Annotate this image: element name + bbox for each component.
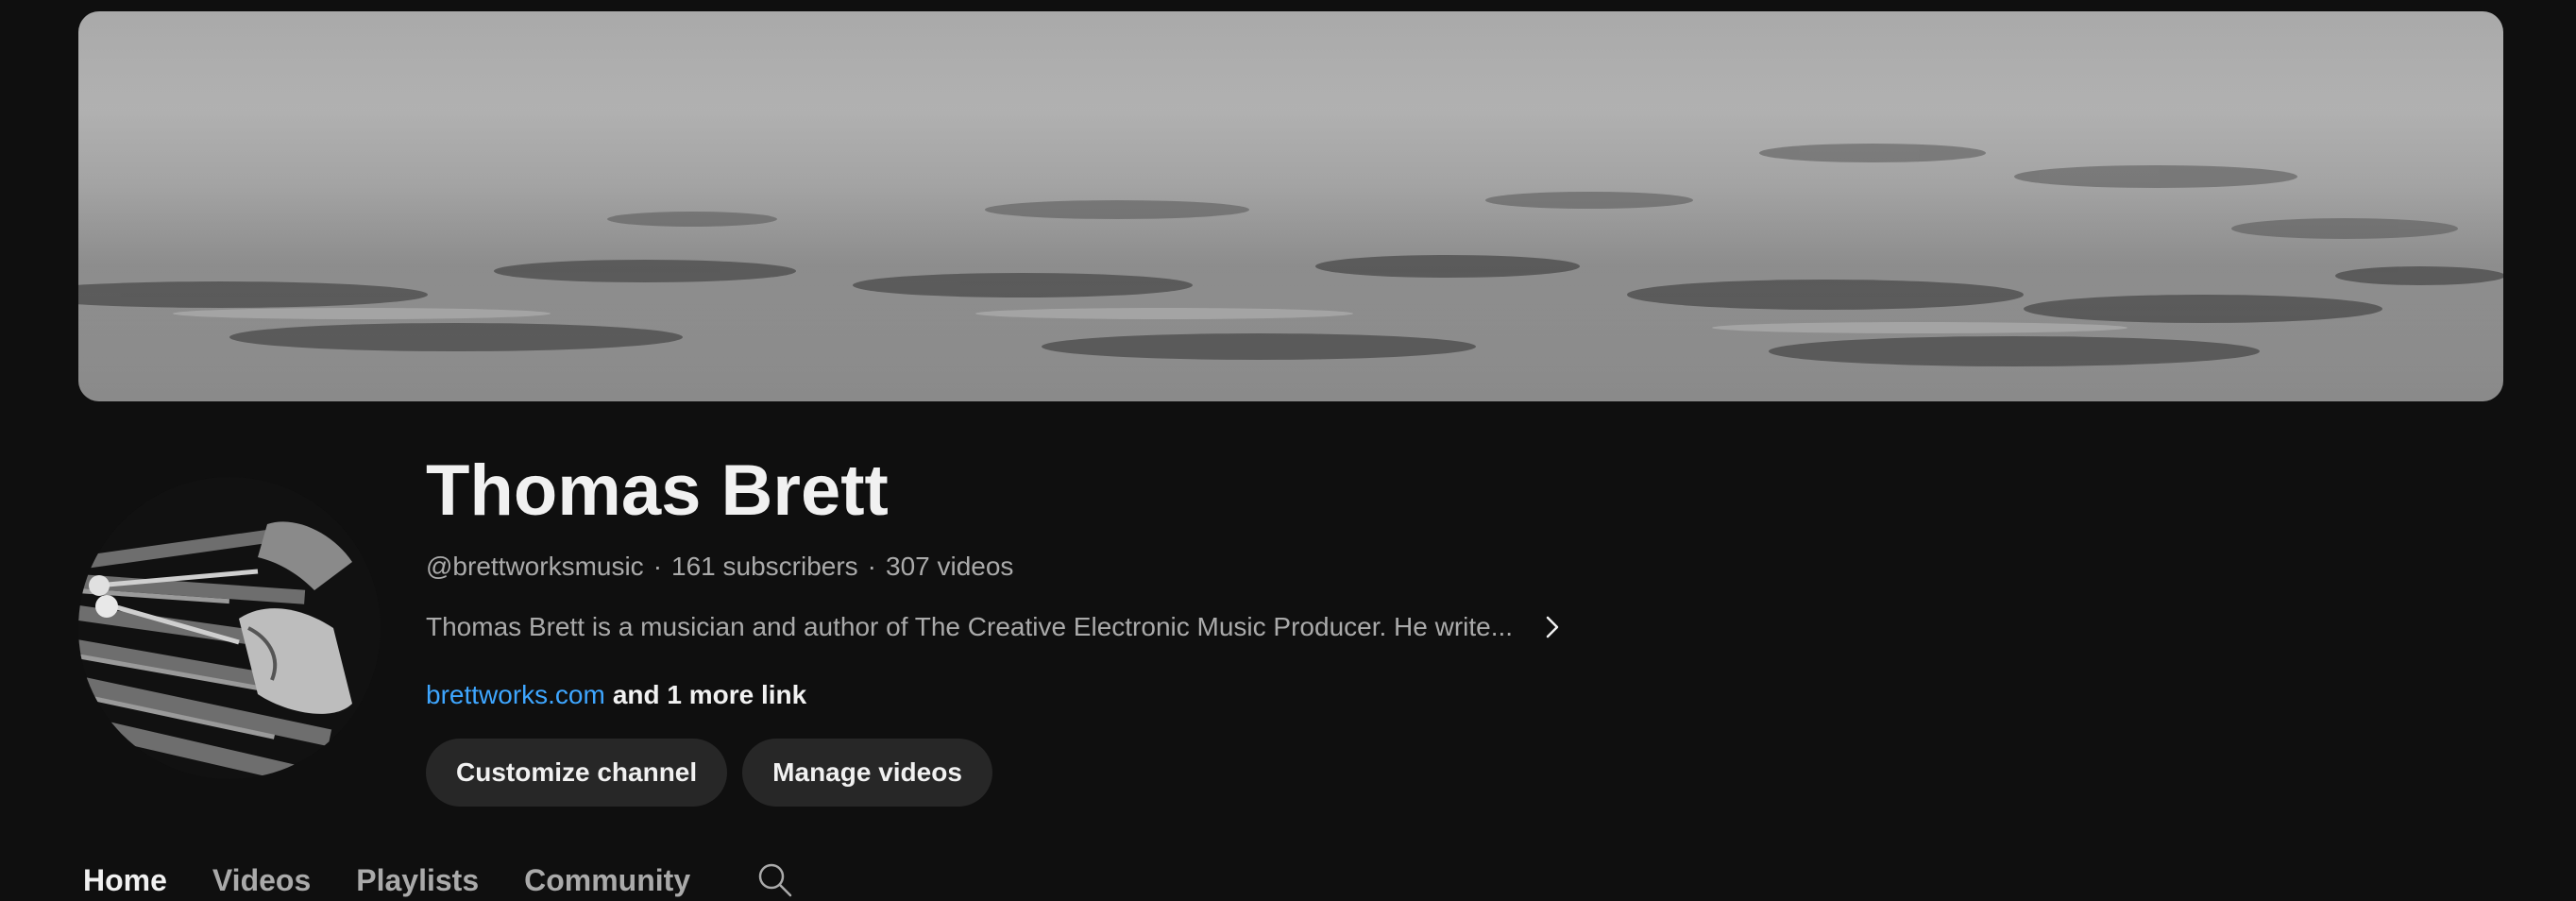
channel-website-link[interactable]: brettworks.com bbox=[426, 680, 605, 709]
channel-page: Thomas Brett @brettworksmusic · 161 subscr… bbox=[0, 0, 2576, 901]
channel-banner bbox=[78, 11, 2503, 401]
meta-separator: · bbox=[652, 552, 663, 581]
chevron-right-icon[interactable] bbox=[1534, 608, 1571, 646]
tab-home[interactable]: Home bbox=[83, 859, 167, 901]
tab-community[interactable]: Community bbox=[524, 859, 690, 901]
channel-actions: Customize channel Manage videos bbox=[426, 739, 992, 807]
channel-name: Thomas Brett bbox=[426, 450, 889, 531]
search-icon[interactable] bbox=[754, 859, 796, 901]
manage-videos-button[interactable]: Manage videos bbox=[742, 739, 992, 807]
channel-description-text: Thomas Brett is a musician and author of… bbox=[426, 612, 1514, 641]
channel-links: brettworks.com and 1 more link bbox=[426, 676, 806, 714]
banner-water-image bbox=[78, 11, 2503, 401]
channel-description[interactable]: Thomas Brett is a musician and author of… bbox=[426, 608, 1571, 646]
tab-playlists[interactable]: Playlists bbox=[356, 859, 479, 901]
video-count: 307 videos bbox=[886, 552, 1014, 581]
more-links-button[interactable]: and 1 more link bbox=[613, 680, 806, 709]
subscriber-count: 161 subscribers bbox=[671, 552, 858, 581]
channel-handle: @brettworksmusic bbox=[426, 552, 644, 581]
channel-tabs: Home Videos Playlists Community bbox=[83, 859, 796, 901]
meta-separator: · bbox=[867, 552, 876, 581]
channel-avatar[interactable] bbox=[78, 477, 381, 779]
tab-videos[interactable]: Videos bbox=[212, 859, 311, 901]
customize-channel-button[interactable]: Customize channel bbox=[426, 739, 728, 807]
channel-meta: @brettworksmusic · 161 subscribers · 307 vid… bbox=[426, 548, 1013, 586]
avatar-vibraphone-image bbox=[78, 477, 381, 779]
